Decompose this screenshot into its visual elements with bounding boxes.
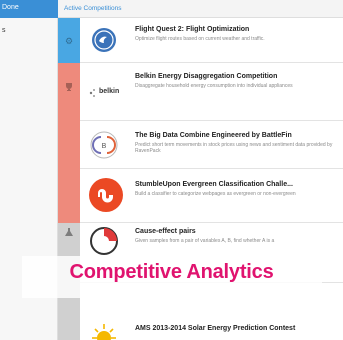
- flask-icon: [58, 227, 80, 239]
- competition-row[interactable]: B The Big Data Combine Engineered by Bat…: [80, 121, 343, 169]
- left-panel-header-label: Done: [2, 4, 19, 11]
- competition-row[interactable]: Flight Quest 2: Flight Optimization Opti…: [80, 18, 343, 63]
- competition-title[interactable]: Belkin Energy Disaggregation Competition: [135, 73, 277, 80]
- belkin-logo-text: belkin: [99, 88, 120, 95]
- battlefin-logo: B: [88, 129, 120, 161]
- ge-logo: [88, 24, 120, 56]
- competitions-tab-bar: Active Competitions: [58, 0, 343, 18]
- competition-description: Given samples from a pair of variables A…: [135, 238, 275, 244]
- competition-row[interactable]: belkin Belkin Energy Disaggregation Comp…: [80, 63, 343, 121]
- competition-description: Disaggregate household energy consumptio…: [135, 83, 293, 89]
- caption-text: Competitive Analytics: [69, 261, 274, 283]
- ams-logo: [88, 322, 120, 340]
- cause-effect-logo: [88, 225, 120, 257]
- left-panel-item[interactable]: s: [2, 27, 6, 34]
- competition-title[interactable]: Flight Quest 2: Flight Optimization: [135, 26, 249, 33]
- competition-title[interactable]: AMS 2013-2014 Solar Energy Prediction Co…: [135, 325, 295, 332]
- trophy-icon: [58, 82, 80, 94]
- left-panel-header[interactable]: Done: [0, 0, 58, 18]
- competition-title[interactable]: The Big Data Combine Engineered by Battl…: [135, 132, 292, 139]
- competition-description: Predict short term movements in stock pr…: [135, 142, 333, 154]
- svg-text:B: B: [102, 143, 107, 150]
- gear-icon: ⚙: [64, 36, 74, 46]
- competition-description: Optimize flight routes based on current …: [135, 36, 265, 42]
- active-competitions-tab[interactable]: Active Competitions: [64, 5, 121, 12]
- stumbleupon-logo: [88, 177, 124, 213]
- competition-description: Build a classifier to categorize webpage…: [135, 191, 296, 197]
- competition-title[interactable]: Cause-effect pairs: [135, 228, 196, 235]
- belkin-logo: belkin: [88, 77, 120, 109]
- competition-title[interactable]: StumbleUpon Evergreen Classification Cha…: [135, 181, 293, 188]
- competition-row[interactable]: StumbleUpon Evergreen Classification Cha…: [80, 169, 343, 223]
- competition-row[interactable]: AMS 2013-2014 Solar Energy Prediction Co…: [80, 318, 343, 340]
